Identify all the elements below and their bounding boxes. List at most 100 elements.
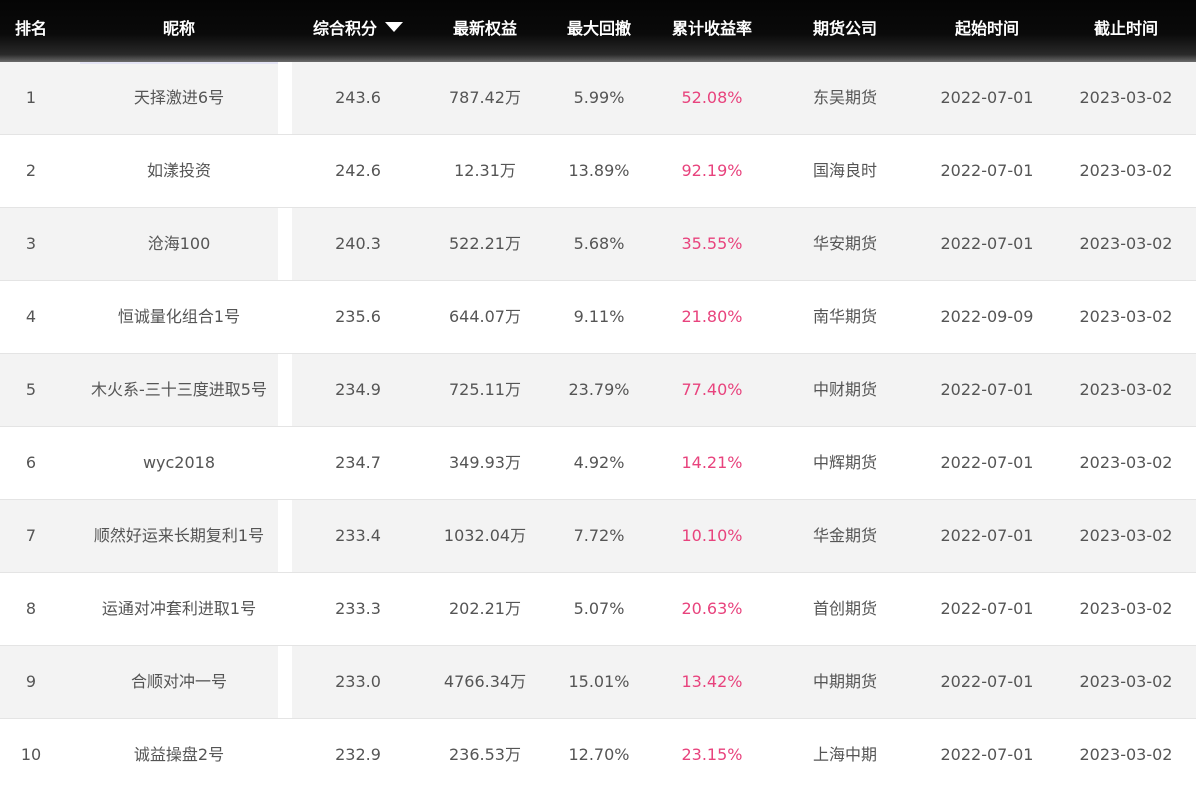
cell-company: 中辉期货 (812, 453, 877, 472)
cell-return: 21.80% (681, 307, 743, 326)
cell-start-date: 2022-07-01 (940, 234, 1034, 253)
cell-rank: 1 (25, 88, 37, 107)
cell-drawdown: 5.07% (573, 599, 625, 618)
cell-equity: 12.31万 (454, 161, 516, 180)
cell-drawdown: 7.72% (573, 526, 625, 545)
cell-score: 243.6 (335, 88, 381, 107)
table-header: 排名 昵称 综合积分 最新权益 最大回撤 累计收益率 期货公司 起始时间 截止时… (0, 0, 1196, 62)
header-nickname[interactable]: 昵称 (80, 0, 278, 58)
header-start-date[interactable]: 起始时间 (918, 0, 1056, 58)
header-rank[interactable]: 排名 (0, 0, 62, 58)
cell-return: 77.40% (681, 380, 743, 399)
cell-start-date: 2022-07-01 (940, 380, 1034, 399)
cell-nickname[interactable]: 天择激进6号 (80, 62, 278, 134)
table-row[interactable]: 7 顺然好运来长期复利1号 233.4 1032.04万 7.72% 10.10% 华金期货… (0, 500, 1196, 573)
cell-drawdown: 12.70% (568, 745, 630, 764)
cell-drawdown: 9.11% (573, 307, 625, 326)
table-row[interactable]: 8 运通对冲套利进取1号 233.3 202.21万 5.07% 20.63% 首创期货 20… (0, 573, 1196, 646)
cell-nickname[interactable]: 恒诚量化组合1号 (80, 281, 278, 353)
cell-return: 14.21% (681, 453, 743, 472)
nickname-column-accent (80, 62, 278, 64)
cell-end-date: 2023-03-02 (1079, 307, 1173, 326)
header-company[interactable]: 期货公司 (772, 0, 918, 58)
cell-return: 35.55% (681, 234, 743, 253)
cell-start-date: 2022-07-01 (940, 453, 1034, 472)
header-score-label: 综合积分 (312, 19, 377, 38)
cell-end-date: 2023-03-02 (1079, 672, 1173, 691)
cell-rank: 9 (25, 672, 37, 691)
cell-drawdown: 23.79% (568, 380, 630, 399)
sort-desc-arrow-icon[interactable] (385, 22, 403, 32)
cell-rank: 5 (25, 380, 37, 399)
cell-company: 上海中期 (812, 745, 877, 764)
cell-company: 华金期货 (812, 526, 877, 545)
cell-end-date: 2023-03-02 (1079, 526, 1173, 545)
table-row[interactable]: 10 诚益操盘2号 232.9 236.53万 12.70% 23.15% 上海中期 2022… (0, 719, 1196, 790)
cell-equity: 236.53万 (449, 745, 521, 764)
cell-equity: 644.07万 (449, 307, 521, 326)
cell-start-date: 2022-07-01 (940, 161, 1034, 180)
cell-return: 23.15% (681, 745, 743, 764)
cell-start-date: 2022-07-01 (940, 88, 1034, 107)
cell-rank: 10 (20, 745, 42, 764)
table-row[interactable]: 9 合顺对冲一号 233.0 4766.34万 15.01% 13.42% 中期期货 2022… (0, 646, 1196, 719)
cell-equity: 522.21万 (449, 234, 521, 253)
cell-equity: 787.42万 (449, 88, 521, 107)
header-end-date[interactable]: 截止时间 (1056, 0, 1196, 58)
column-separator (278, 500, 292, 572)
column-separator (278, 208, 292, 280)
cell-nickname[interactable]: 顺然好运来长期复利1号 (80, 500, 278, 572)
cell-rank: 8 (25, 599, 37, 618)
cell-score: 240.3 (335, 234, 381, 253)
cell-end-date: 2023-03-02 (1079, 453, 1173, 472)
cell-score: 233.0 (335, 672, 381, 691)
cell-score: 232.9 (335, 745, 381, 764)
header-equity[interactable]: 最新权益 (424, 0, 546, 58)
cell-nickname[interactable]: 沧海100 (80, 208, 278, 280)
table-row[interactable]: 3 沧海100 240.3 522.21万 5.68% 35.55% 华安期货 2022-07… (0, 208, 1196, 281)
header-score[interactable]: 综合积分 (292, 0, 424, 58)
cell-return: 52.08% (681, 88, 743, 107)
cell-nickname[interactable]: 诚益操盘2号 (80, 719, 278, 790)
table-row[interactable]: 1 天择激进6号 243.6 787.42万 5.99% 52.08% 东吴期货 2022-0… (0, 62, 1196, 135)
cell-nickname[interactable]: 合顺对冲一号 (80, 646, 278, 718)
header-drawdown[interactable]: 最大回撤 (546, 0, 652, 58)
cell-company: 国海良时 (812, 161, 877, 180)
cell-company: 华安期货 (812, 234, 877, 253)
cell-start-date: 2022-07-01 (940, 526, 1034, 545)
cell-nickname[interactable]: 运通对冲套利进取1号 (80, 573, 278, 645)
cell-rank: 7 (25, 526, 37, 545)
cell-end-date: 2023-03-02 (1079, 380, 1173, 399)
cell-equity: 4766.34万 (443, 672, 527, 691)
cell-end-date: 2023-03-02 (1079, 88, 1173, 107)
table-row[interactable]: 5 木火系-三十三度进取5号 234.9 725.11万 23.79% 77.40% 中财期… (0, 354, 1196, 427)
cell-drawdown: 4.92% (573, 453, 625, 472)
cell-start-date: 2022-09-09 (940, 307, 1034, 326)
table-row[interactable]: 6 wyc2018 234.7 349.93万 4.92% 14.21% 中辉期货 2022-… (0, 427, 1196, 500)
cell-start-date: 2022-07-01 (940, 672, 1034, 691)
column-separator (278, 646, 292, 718)
cell-nickname[interactable]: 如漾投资 (80, 135, 278, 207)
cell-company: 中财期货 (812, 380, 877, 399)
cell-score: 234.7 (335, 453, 381, 472)
table-row[interactable]: 2 如漾投资 242.6 12.31万 13.89% 92.19% 国海良时 2022-07-… (0, 135, 1196, 208)
cell-nickname[interactable]: wyc2018 (80, 427, 278, 499)
cell-rank: 2 (25, 161, 37, 180)
cell-score: 235.6 (335, 307, 381, 326)
cell-end-date: 2023-03-02 (1079, 745, 1173, 764)
column-separator (278, 354, 292, 426)
column-separator (278, 62, 292, 134)
cell-nickname[interactable]: 木火系-三十三度进取5号 (80, 354, 278, 426)
cell-equity: 202.21万 (449, 599, 521, 618)
cell-rank: 3 (25, 234, 37, 253)
cell-company: 南华期货 (812, 307, 877, 326)
table-row[interactable]: 4 恒诚量化组合1号 235.6 644.07万 9.11% 21.80% 南华期货 2022… (0, 281, 1196, 354)
cell-return: 92.19% (681, 161, 743, 180)
cell-start-date: 2022-07-01 (940, 599, 1034, 618)
header-return[interactable]: 累计收益率 (652, 0, 772, 58)
cell-drawdown: 5.68% (573, 234, 625, 253)
cell-equity: 1032.04万 (443, 526, 527, 545)
cell-equity: 349.93万 (449, 453, 521, 472)
cell-rank: 6 (25, 453, 37, 472)
cell-return: 20.63% (681, 599, 743, 618)
